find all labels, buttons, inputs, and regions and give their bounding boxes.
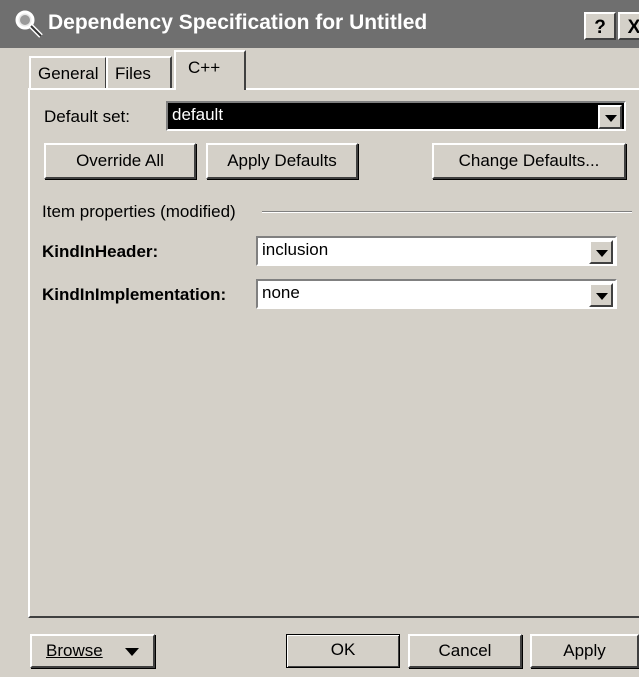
tab-files[interactable]: Files bbox=[106, 56, 172, 88]
close-button[interactable]: X bbox=[618, 12, 639, 40]
default-set-select[interactable]: default bbox=[166, 101, 626, 131]
chevron-down-icon[interactable] bbox=[589, 240, 613, 264]
default-set-label: Default set: bbox=[44, 107, 130, 126]
caret-down-icon bbox=[125, 648, 139, 656]
magnifier-icon bbox=[14, 9, 44, 39]
title-bar[interactable]: Dependency Specification for Untitled ? … bbox=[0, 0, 639, 48]
change-defaults-button[interactable]: Change Defaults... bbox=[432, 143, 626, 179]
browse-label: Browse bbox=[46, 641, 103, 660]
kind-in-header-value: inclusion bbox=[262, 240, 329, 259]
kind-in-header-select[interactable]: inclusion bbox=[256, 236, 617, 266]
window-title: Dependency Specification for Untitled bbox=[48, 11, 428, 34]
browse-button[interactable]: Browse bbox=[30, 634, 155, 668]
tab-general[interactable]: General bbox=[29, 56, 107, 88]
kind-in-implementation-label: KindInImplementation: bbox=[42, 285, 227, 304]
apply-button[interactable]: Apply bbox=[530, 634, 639, 668]
override-all-button[interactable]: Override All bbox=[44, 143, 196, 179]
item-properties-group-label: Item properties (modified) bbox=[42, 202, 236, 221]
group-divider bbox=[262, 211, 632, 213]
help-button[interactable]: ? bbox=[584, 12, 616, 40]
chevron-down-icon[interactable] bbox=[589, 283, 613, 307]
chevron-down-icon[interactable] bbox=[598, 105, 622, 129]
cancel-button[interactable]: Cancel bbox=[408, 634, 522, 668]
kind-in-header-label: KindInHeader: bbox=[42, 242, 159, 261]
kind-in-implementation-value: none bbox=[262, 283, 300, 302]
tab-cpp[interactable]: C++ bbox=[174, 50, 246, 90]
apply-defaults-button[interactable]: Apply Defaults bbox=[206, 143, 358, 179]
ok-button[interactable]: OK bbox=[286, 634, 400, 668]
dependency-specification-dialog: Dependency Specification for Untitled ? … bbox=[0, 0, 639, 677]
default-set-value: default bbox=[172, 105, 224, 124]
kind-in-implementation-select[interactable]: none bbox=[256, 279, 617, 309]
